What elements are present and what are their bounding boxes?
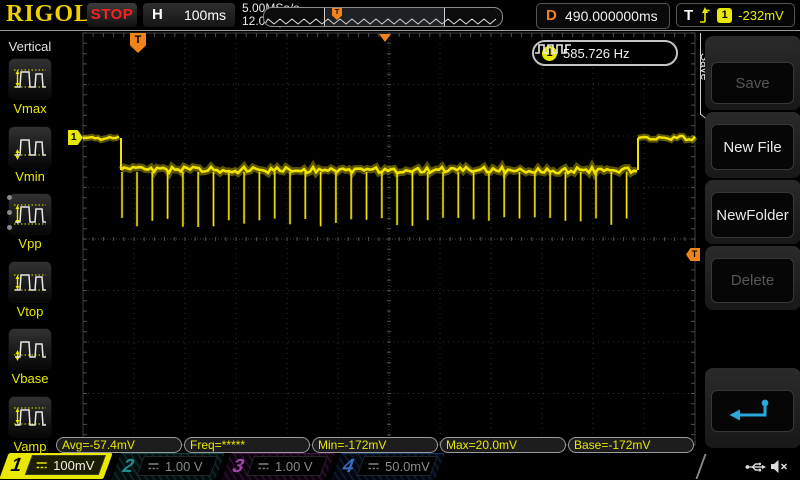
newfolder-button[interactable]: NewFolder (711, 192, 794, 238)
save-menu-panel: Save SaveNew FileNewFolderDelete (698, 31, 800, 452)
trigger-delay-readout: D 490.000000ms (536, 3, 670, 29)
channel-4-status[interactable]: 4 50.0mV (331, 453, 445, 480)
display-window-region[interactable] (324, 8, 445, 26)
sidebar-item-vpp[interactable]: Vpp (8, 193, 52, 251)
frequency-counter: 1 585.726 Hz (532, 40, 678, 66)
channel-number: 3 (229, 456, 248, 477)
channel-status-bar: 1 100mV 2 1.00 V 3 1.00 V 4 50.0mV (0, 453, 800, 480)
speaker-muted-icon (771, 460, 788, 473)
channel-scale-value: 50.0mV (385, 458, 430, 474)
menu-page-dot (7, 195, 12, 200)
trigger-level-value: -232mV (738, 7, 784, 23)
rising-edge-icon (700, 6, 710, 23)
channel-scale-value: 100mV (53, 457, 95, 473)
channel-scale-box: 50.0mV (356, 456, 438, 476)
back-button[interactable] (711, 390, 794, 432)
channel-scale-box: 1.00 V (136, 456, 218, 476)
top-status-bar: RIGOL STOP H 100ms 5.00MSa/s 12.0M pts T… (0, 0, 800, 30)
dc-coupling-icon (148, 462, 159, 469)
channel-scale-value: 1.00 V (275, 458, 313, 474)
new-file-button[interactable]: New File (711, 124, 794, 170)
delete-button[interactable]: Delete (711, 258, 794, 303)
square-wave-icon (535, 44, 571, 54)
channel1-waveform-trace (83, 132, 698, 227)
usb-icon (745, 462, 766, 472)
channel-number: 4 (339, 456, 358, 477)
measurement-results-bar: Avg=-57.4mV Freq=***** Min=-172mV Max=20.0m… (56, 437, 694, 453)
sidebar-item-vamp[interactable]: Vamp (8, 396, 52, 454)
return-arrow-icon (729, 399, 768, 421)
sidebar-item-vtop[interactable]: Vtop (8, 261, 52, 319)
trigger-readout: T 1 -232mV (676, 3, 795, 27)
rigol-logo: RIGOL (6, 1, 92, 27)
oscilloscope-screen: RIGOL STOP H 100ms 5.00MSa/s 12.0M pts T… (0, 0, 800, 480)
measurement-max: Max=20.0mV (440, 437, 566, 453)
channel-scale-value: 1.00 V (165, 458, 203, 474)
vtop-icon (8, 261, 52, 303)
channel-number: 2 (119, 456, 138, 477)
timebase-value: 100ms (183, 7, 226, 23)
delay-label: D (546, 7, 557, 24)
horizontal-center-marker (379, 34, 391, 42)
menu-title: Vertical (8, 39, 52, 54)
save-button[interactable]: Save (711, 62, 794, 104)
measurement-avg: Avg=-57.4mV (56, 437, 182, 453)
sidebar-item-vmax[interactable]: Vmax (8, 58, 52, 116)
menu-page-dot (7, 225, 12, 230)
measurement-freq: Freq=***** (184, 437, 310, 453)
timebase-label: H (152, 6, 163, 23)
measurement-base: Base=-172mV (568, 437, 694, 453)
vmax-icon (8, 58, 52, 100)
status-divider (695, 454, 707, 479)
sidebar-item-label: Vmax (13, 101, 47, 116)
run-state-indicator[interactable]: STOP (87, 3, 137, 27)
channel-scale-box: 1.00 V (246, 456, 328, 476)
sidebar-item-label: Vmin (15, 169, 45, 184)
dc-coupling-icon (36, 461, 47, 468)
sidebar-item-label: Vamp (13, 439, 47, 454)
dc-coupling-icon (258, 462, 269, 469)
waveform-position-bar[interactable]: T (263, 7, 503, 27)
vertical-measure-menu: Vertical Vmax Vmin Vpp Vtop Vbase Vamp (0, 31, 60, 454)
waveform-display-area: 1 T T 1 585.726 Hz (60, 30, 700, 448)
vamp-icon (8, 396, 52, 438)
sidebar-item-vmin[interactable]: Vmin (8, 126, 52, 184)
trigger-label: T (684, 6, 694, 24)
sidebar-item-label: Vpp (18, 236, 42, 251)
channel-scale-box: 100mV (24, 455, 107, 475)
delay-value: 490.000000ms (565, 8, 658, 24)
channel-1-status[interactable]: 1 100mV (0, 453, 113, 479)
trigger-source-badge: 1 (717, 7, 733, 23)
channel-3-status[interactable]: 3 1.00 V (221, 453, 335, 480)
vmin-icon (8, 126, 52, 168)
sidebar-item-vbase[interactable]: Vbase (8, 328, 52, 386)
measurement-min: Min=-172mV (312, 437, 438, 453)
dc-coupling-icon (368, 462, 379, 469)
channel-number: 1 (7, 455, 26, 476)
horizontal-timebase-readout[interactable]: H 100ms (143, 3, 235, 27)
sidebar-item-label: Vbase (11, 371, 49, 386)
vbase-icon (8, 328, 52, 370)
sidebar-item-label: Vtop (16, 304, 44, 319)
vpp-icon (8, 193, 52, 235)
channel-2-status[interactable]: 2 1.00 V (111, 453, 225, 480)
menu-page-dot (7, 210, 12, 215)
